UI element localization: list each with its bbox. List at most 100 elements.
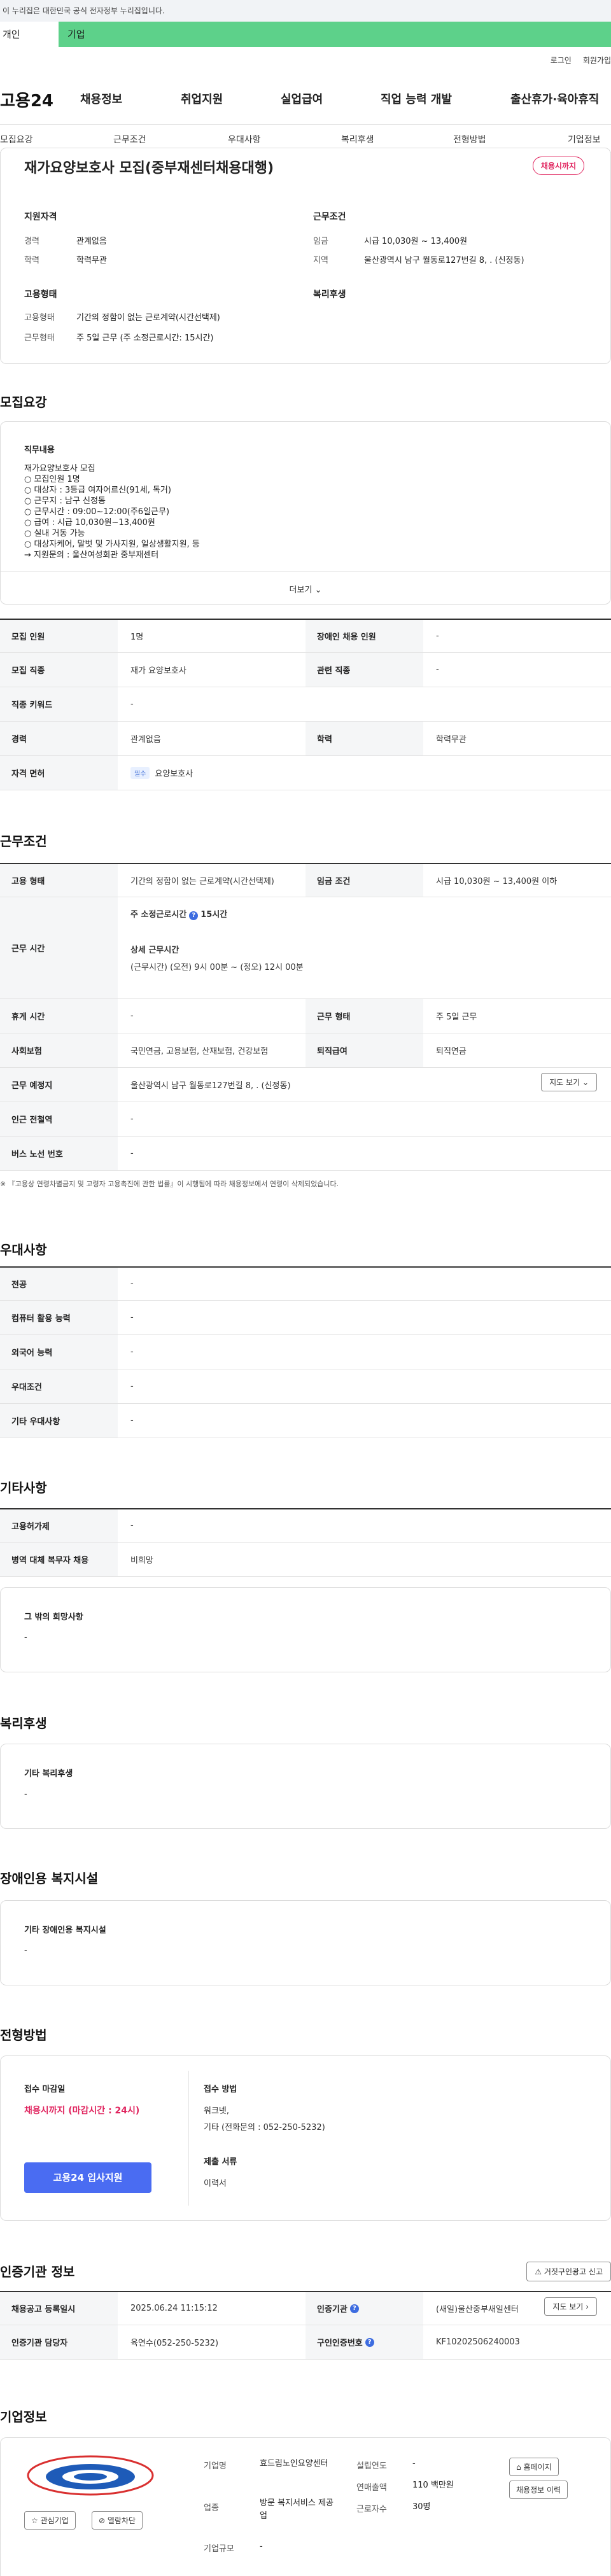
jobs-history-label: 채용정보 이력	[516, 2486, 561, 2495]
table-row: 전공 -	[0, 1268, 611, 1301]
table-row: 고용 형태 기간의 정함이 없는 근로계약(시간선택제) 임금 조건 시급 10…	[0, 864, 611, 897]
table-header: 구인인증번호?	[306, 2325, 423, 2359]
emp-type-label: 고용형태	[24, 313, 55, 323]
table-row: 컴퓨터 활용 능력 -	[0, 1301, 611, 1335]
gnb-item-parental-leave[interactable]: 출산휴가·육아휴직	[510, 90, 599, 107]
table-cell: -	[130, 1382, 134, 1391]
gnb-item-employment-support[interactable]: 취업지원	[181, 90, 223, 107]
year-label: 설립연도	[356, 2461, 387, 2471]
table-header: 고용허가제	[0, 1509, 118, 1542]
table-row: 모집 직종 재가 요양보호사 관련 직종 -	[0, 653, 611, 687]
table-header: 휴게 시간	[0, 999, 118, 1033]
chevron-down-icon: ⌄	[582, 1078, 589, 1087]
table-header: 고용 형태	[0, 864, 118, 897]
homepage-label: 홈페이지	[523, 2463, 552, 2472]
section-title-recruit: 모집요강	[0, 395, 47, 410]
wish-label: 그 밖의 희망사항	[24, 1613, 83, 1622]
site-logo[interactable]: 고용24	[0, 88, 53, 111]
welfare-heading: 복리후생	[313, 290, 346, 300]
report-button[interactable]: ⚠ 거짓구인광고 신고	[526, 2262, 611, 2281]
table-row: 기타 우대사항 -	[0, 1404, 611, 1438]
table-header: 기타 우대사항	[0, 1404, 118, 1438]
section-title-preference: 우대사항	[0, 1242, 47, 1257]
table-header: 우대조건	[0, 1369, 118, 1403]
job-content-line: 재가요양보호사 모집	[24, 464, 95, 473]
table-header: 경력	[0, 722, 118, 755]
table-header: 외국어 능력	[0, 1335, 118, 1369]
tab-preference[interactable]: 우대사항	[228, 133, 261, 146]
interest-company-button[interactable]: ☆ 관심기업	[24, 2511, 76, 2530]
table-header: 근무 시간	[0, 897, 118, 998]
method-line: 기타 (전화문의 : 052-250-5232)	[204, 2123, 325, 2132]
table-header: 인증기관?	[306, 2292, 423, 2325]
more-button[interactable]: 더보기 ⌄	[0, 583, 611, 595]
table-cell: 퇴직연금	[436, 1047, 467, 1056]
table-cell: -	[130, 1347, 134, 1357]
other-table: 고용허가제 - 병역 대체 복무자 채용 비희망	[0, 1508, 611, 1577]
gnb-item-unemployment-benefit[interactable]: 실업급여	[281, 90, 323, 107]
table-header: 근무 형태	[306, 999, 423, 1033]
tab-personal[interactable]: 개인	[0, 22, 59, 47]
chevron-right-icon: ›	[586, 2302, 589, 2311]
agency-map-button[interactable]: 지도 보기 ›	[544, 2297, 597, 2316]
tab-company[interactable]: 기업정보	[568, 133, 601, 146]
table-header: 자격 면허	[0, 756, 118, 790]
gnb-item-jobs[interactable]: 채용정보	[80, 90, 122, 107]
method-line: 워크넷,	[204, 2106, 230, 2116]
login-link[interactable]: 로그인	[551, 55, 572, 66]
region-value: 울산광역시 남구 월동로127번길 8, . (신정동)	[364, 256, 524, 265]
table-cell: 시급 10,030원 ~ 13,400원 이하	[436, 877, 558, 886]
recruit-table: 모집 인원 1명 장애인 채용 인원 - 모집 직종 재가 요양보호사 관련 직…	[0, 619, 611, 790]
table-cell: KF10202506240003	[436, 2337, 520, 2347]
wage-value: 시급 10,030원 ~ 13,400원	[364, 237, 468, 246]
required-tag: 필수	[130, 767, 150, 779]
industry-label: 업종	[204, 2503, 219, 2513]
table-header: 사회보험	[0, 1033, 118, 1067]
staff-label: 근로자수	[356, 2505, 387, 2514]
report-icon: ⚠	[535, 2267, 542, 2276]
table-header: 전공	[0, 1268, 118, 1300]
table-cell: 국민연금, 고용보험, 산재보험, 건강보험	[130, 1047, 269, 1056]
job-content-line: ○ 대상자케어, 말벗 및 가사지원, 일상생활지원, 등	[24, 540, 200, 549]
block-label: 열람차단	[107, 2516, 136, 2525]
table-header: 컴퓨터 활용 능력	[0, 1301, 118, 1334]
size-value: -	[260, 2542, 263, 2551]
block-icon: ⊘	[99, 2516, 106, 2525]
info-icon[interactable]: ?	[349, 2304, 359, 2313]
more-label: 더보기	[289, 585, 313, 595]
map-view-button[interactable]: 지도 보기 ⌄	[541, 1073, 597, 1091]
user-type-tabs: 개인 기업	[0, 22, 611, 47]
emp-type-value: 기간의 정함이 없는 근로계약(시간선택제)	[76, 313, 220, 323]
table-cell: 울산광역시 남구 월동로127번길 8, . (신정동)	[130, 1081, 291, 1091]
table-header: 모집 인원	[0, 620, 118, 652]
table-row: 자격 면허 필수 요양보호사	[0, 756, 611, 790]
table-cell: 육연수(052-250-5232)	[130, 2339, 219, 2348]
info-icon[interactable]: ?	[189, 911, 199, 920]
tab-selection[interactable]: 전형방법	[453, 133, 486, 146]
table-cell: -	[436, 631, 439, 641]
tab-conditions[interactable]: 근무조건	[113, 133, 146, 146]
section-title-conditions: 근무조건	[0, 834, 47, 849]
tab-welfare[interactable]: 복리후생	[341, 133, 374, 146]
table-cell: 주 소정근로시간? 15시간 상세 근무시간 (근무시간) (오전) 9시 00분…	[118, 897, 611, 998]
table-cell: 관계없음	[130, 735, 161, 745]
section-title-welfare: 복리후생	[0, 1716, 47, 1731]
gnb-item-skills-development[interactable]: 직업 능력 개발	[381, 90, 452, 107]
signup-link[interactable]: 회원가입	[583, 55, 611, 66]
age-notice: ※ 『고용상 연령차별금지 및 고령자 고용촉진에 관한 법률』이 시행됨에 따…	[0, 1180, 339, 1188]
company-name-value: 효드림노인요양센터	[260, 2459, 328, 2468]
report-label: 거짓구인광고 신고	[544, 2267, 603, 2276]
table-cell: -	[130, 1149, 134, 1158]
tab-corporate[interactable]: 기업	[59, 22, 611, 47]
tab-recruit[interactable]: 모집요강	[0, 133, 33, 146]
global-nav: 고용24 채용정보 취업지원 실업급여 직업 능력 개발 출산휴가·육아휴직	[0, 70, 611, 125]
work-type-value: 주 5일 근무 (주 소정근로시간: 15시간)	[76, 333, 214, 343]
section-title-other: 기타사항	[0, 1480, 47, 1495]
welfare-etc-label: 기타 복리후생	[24, 1769, 73, 1779]
apply-button[interactable]: 고용24 입사지원	[24, 2162, 151, 2193]
info-icon[interactable]: ?	[365, 2337, 374, 2347]
table-row: 인근 전철역 -	[0, 1102, 611, 1137]
block-view-button[interactable]: ⊘ 열람차단	[92, 2511, 143, 2530]
jobs-history-button[interactable]: 채용정보 이력	[509, 2481, 568, 2499]
homepage-button[interactable]: ⌂ 홈페이지	[509, 2458, 559, 2476]
